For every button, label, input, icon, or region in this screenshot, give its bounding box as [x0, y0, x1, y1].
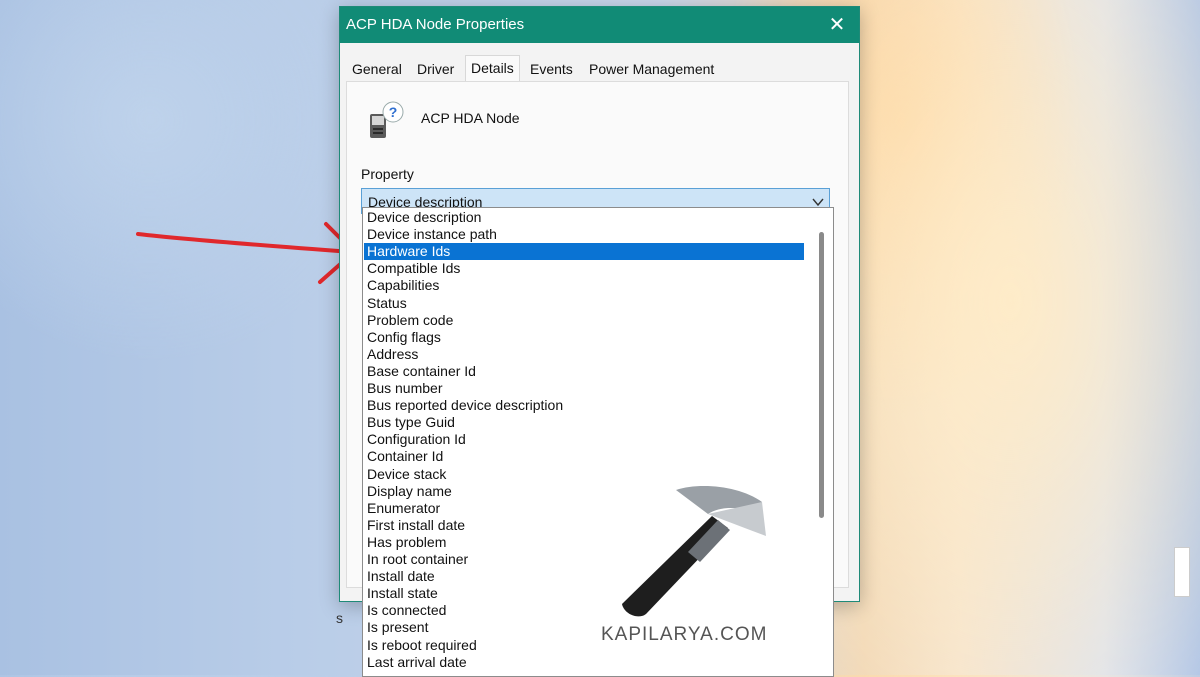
dropdown-item[interactable]: Hardware Ids — [364, 243, 804, 261]
dropdown-item[interactable]: Container Id — [364, 448, 804, 465]
value-field-edge — [1174, 547, 1190, 597]
scrollbar[interactable] — [811, 208, 833, 676]
dropdown-item[interactable]: Bus type Guid — [364, 414, 804, 431]
dropdown-item[interactable]: Config flags — [364, 329, 804, 346]
dropdown-item[interactable]: Base container Id — [364, 363, 804, 380]
close-button[interactable]: ✕ — [823, 11, 851, 39]
dropdown-item[interactable]: Last arrival date — [364, 654, 804, 671]
window-title: ACP HDA Node Properties — [346, 16, 525, 33]
dropdown-item[interactable]: Configuration Id — [364, 431, 804, 448]
tab-bar: General Driver Details Events Power Mana… — [340, 43, 859, 85]
dropdown-item[interactable]: Problem code — [364, 312, 804, 329]
dropdown-item[interactable]: Bus reported device description — [364, 397, 804, 414]
dropdown-item[interactable]: Device description — [364, 209, 804, 226]
dropdown-item[interactable]: Status — [364, 295, 804, 312]
dropdown-item[interactable]: Device instance path — [364, 226, 804, 243]
dropdown-item[interactable]: Address — [364, 346, 804, 363]
scrollbar-thumb[interactable] — [819, 232, 824, 518]
dropdown-item[interactable]: Compatible Ids — [364, 260, 804, 277]
tab-events[interactable]: Events — [526, 61, 577, 77]
tab-driver[interactable]: Driver — [413, 61, 458, 77]
background-text-fragment: s — [336, 610, 343, 626]
watermark-text: KAPILARYA.COM — [601, 624, 768, 645]
dropdown-item[interactable]: Capabilities — [364, 277, 804, 294]
tab-general[interactable]: General — [348, 61, 406, 77]
hammer-icon — [622, 486, 766, 617]
annotation-arrow — [136, 222, 356, 284]
property-label: Property — [361, 166, 414, 182]
tab-power-management[interactable]: Power Management — [585, 61, 718, 77]
device-name: ACP HDA Node — [421, 110, 520, 126]
title-bar: ACP HDA Node Properties ✕ — [340, 7, 859, 43]
unknown-device-icon: ? — [370, 101, 404, 138]
svg-text:?: ? — [389, 104, 398, 120]
dropdown-item[interactable]: Bus number — [364, 380, 804, 397]
